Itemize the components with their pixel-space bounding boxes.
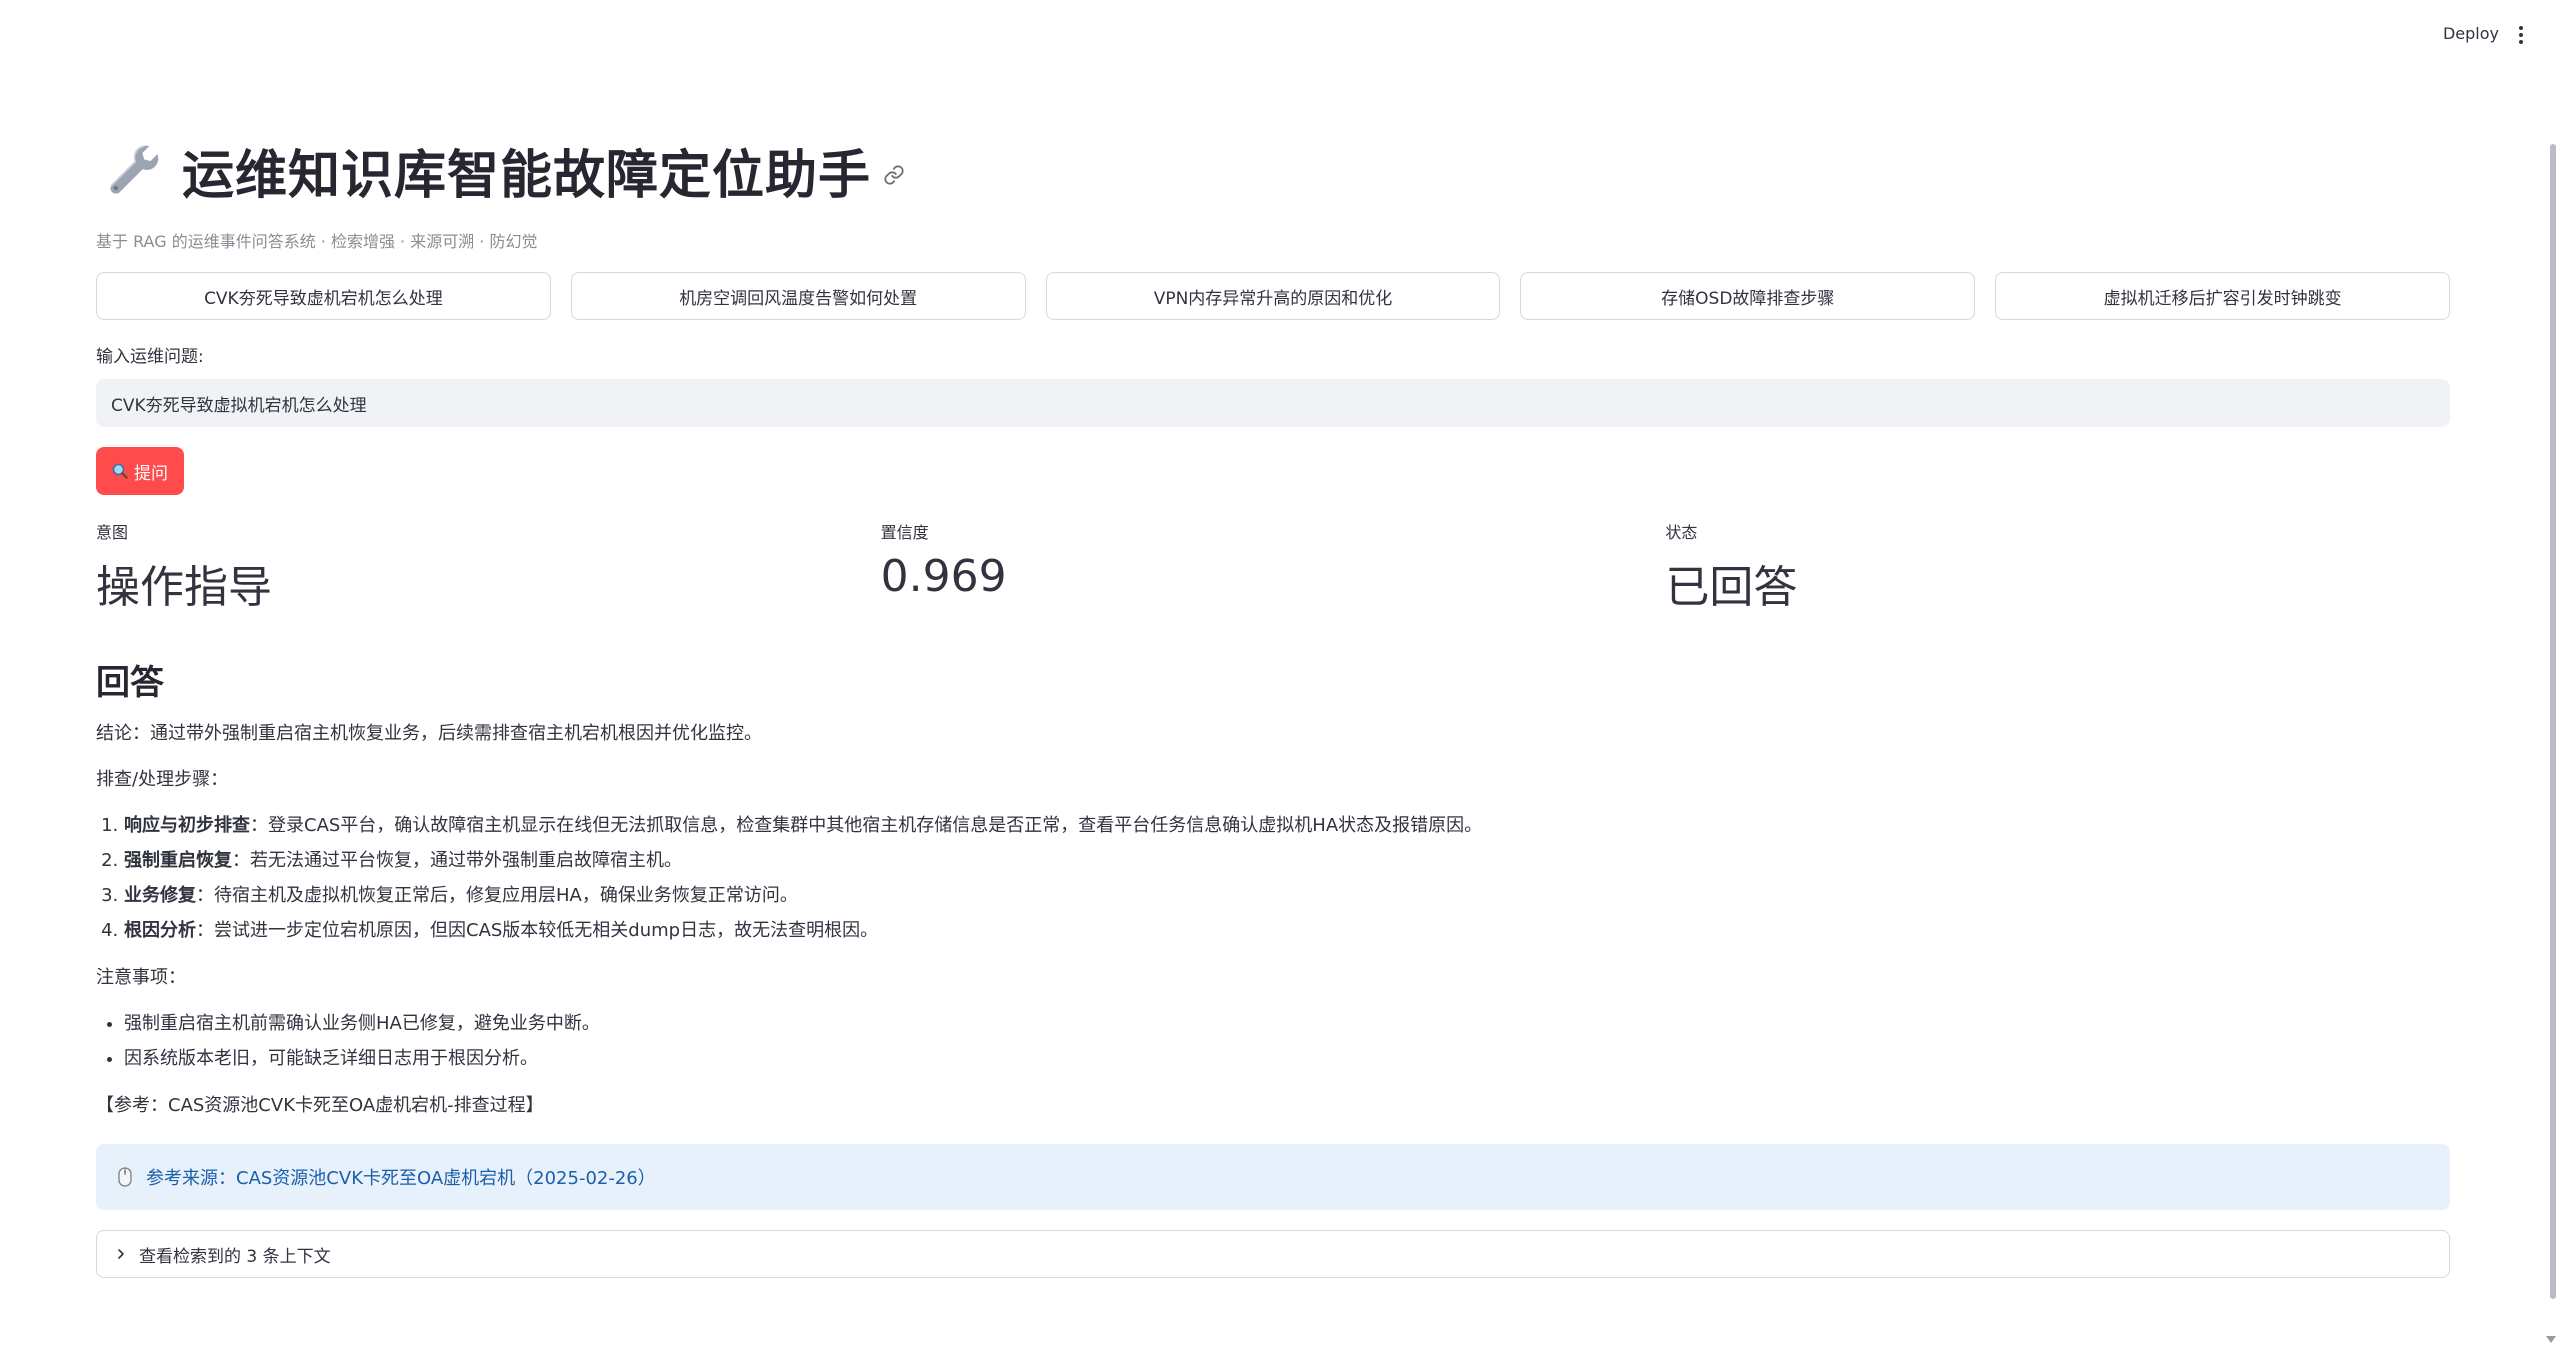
list-item: 响应与初步排查：登录CAS平台，确认故障宿主机显示在线但无法抓取信息，检查集群中…	[124, 808, 2450, 843]
answer-heading: 回答	[96, 663, 164, 703]
notes-list: 强制重启宿主机前需确认业务侧HA已修复，避免业务中断。 因系统版本老旧，可能缺乏…	[96, 1006, 2450, 1076]
step-text: ：登录CAS平台，确认故障宿主机显示在线但无法抓取信息，检查集群中其他宿主机存储…	[250, 815, 1483, 836]
step-title: 强制重启恢复	[124, 850, 232, 871]
title-row: 运维知识库智能故障定位助手	[96, 130, 2450, 210]
step-text: ：若无法通过平台恢复，通过带外强制重启故障宿主机。	[232, 850, 682, 871]
metric-value: 已回答	[1665, 562, 1798, 613]
metric-intent: 意图 操作指导	[96, 519, 881, 615]
step-title: 根因分析	[124, 920, 196, 941]
main-menu-icon[interactable]	[2517, 26, 2525, 46]
answer-conclusion: 结论：通过带外强制重启宿主机恢复业务，后续需排查宿主机宕机根因并优化监控。	[96, 723, 762, 744]
step-text: ：尝试进一步定位宕机原因，但因CAS版本较低无相关dump日志，故无法查明根因。	[196, 920, 879, 941]
link-icon[interactable]	[883, 164, 905, 186]
top-bar: Deploy	[0, 0, 2559, 72]
list-item: 强制重启恢复：若无法通过平台恢复，通过带外强制重启故障宿主机。	[124, 843, 2450, 878]
quick-question-button[interactable]: CVK夯死导致虚机宕机怎么处理	[96, 272, 551, 320]
expander-label: 查看检索到的 3 条上下文	[139, 1246, 331, 1267]
query-label: 输入运维问题:	[96, 347, 204, 367]
quick-question-row: CVK夯死导致虚机宕机怎么处理 机房空调回风温度告警如何处置 VPN内存异常升高…	[96, 272, 2450, 320]
steps-list: 响应与初步排查：登录CAS平台，确认故障宿主机显示在线但无法抓取信息，检查集群中…	[96, 808, 2450, 948]
wrench-icon	[110, 145, 159, 194]
metrics-row: 意图 操作指导 置信度 0.969 状态 已回答	[96, 519, 2450, 615]
quick-question-button[interactable]: 虚拟机迁移后扩容引发时钟跳变	[1995, 272, 2450, 320]
query-input[interactable]	[96, 379, 2450, 427]
list-item: 因系统版本老旧，可能缺乏详细日志用于根因分析。	[124, 1041, 2450, 1076]
step-text: ：待宿主机及虚拟机恢复正常后，修复应用层HA，确保业务恢复正常访问。	[196, 885, 798, 906]
step-title: 响应与初步排查	[124, 815, 250, 836]
quick-question-button[interactable]: 存储OSD故障排查步骤	[1520, 272, 1976, 320]
deploy-button[interactable]: Deploy	[2443, 24, 2499, 43]
list-item: 根因分析：尝试进一步定位宕机原因，但因CAS版本较低无相关dump日志，故无法查…	[124, 913, 2450, 948]
metric-label: 意图	[96, 523, 129, 542]
mouse-icon	[118, 1167, 132, 1187]
scrollbar[interactable]	[2546, 70, 2559, 1347]
source-info-box: 参考来源： CAS资源池CVK卡死至OA虚机宕机（2025-02-26）	[96, 1144, 2450, 1210]
quick-question-button[interactable]: VPN内存异常升高的原因和优化	[1045, 272, 1501, 320]
reference-text: 【参考：CAS资源池CVK卡死至OA虚机宕机-排查过程】	[96, 1095, 544, 1116]
ask-button[interactable]: 提问	[96, 447, 184, 495]
list-item: 强制重启宿主机前需确认业务侧HA已修复，避免业务中断。	[124, 1006, 2450, 1041]
source-link[interactable]: CAS资源池CVK卡死至OA虚机宕机（2025-02-26）	[236, 1164, 656, 1190]
chevron-right-icon	[118, 1249, 124, 1259]
step-title: 业务修复	[124, 885, 196, 906]
source-separator: ：	[218, 1168, 236, 1189]
page-subtitle: 基于 RAG 的运维事件问答系统 · 检索增强 · 来源可溯 · 防幻觉	[96, 232, 538, 251]
ask-button-label: 提问	[134, 463, 168, 484]
metric-label: 置信度	[880, 523, 929, 542]
metric-confidence: 置信度 0.969	[881, 519, 1666, 615]
scrollbar-thumb[interactable]	[2550, 144, 2556, 1299]
metric-value: 0.969	[880, 551, 1007, 602]
metric-status: 状态 已回答	[1665, 519, 2450, 615]
quick-question-button[interactable]: 机房空调回风温度告警如何处置	[570, 272, 1026, 320]
search-icon	[112, 463, 128, 479]
context-expander[interactable]: 查看检索到的 3 条上下文	[96, 1230, 2450, 1278]
notes-title: 注意事项：	[96, 967, 186, 988]
page-title: 运维知识库智能故障定位助手	[182, 145, 872, 206]
main-content: 运维知识库智能故障定位助手 基于 RAG 的运维事件问答系统 · 检索增强 · …	[96, 130, 2450, 1278]
list-item: 业务修复：待宿主机及虚拟机恢复正常后，修复应用层HA，确保业务恢复正常访问。	[124, 878, 2450, 913]
source-label: 参考来源	[146, 1168, 218, 1189]
metric-label: 状态	[1665, 523, 1698, 542]
scroll-down-arrow-icon[interactable]	[2546, 1336, 2556, 1343]
steps-title: 排查/处理步骤：	[96, 769, 229, 790]
metric-value: 操作指导	[96, 562, 272, 613]
